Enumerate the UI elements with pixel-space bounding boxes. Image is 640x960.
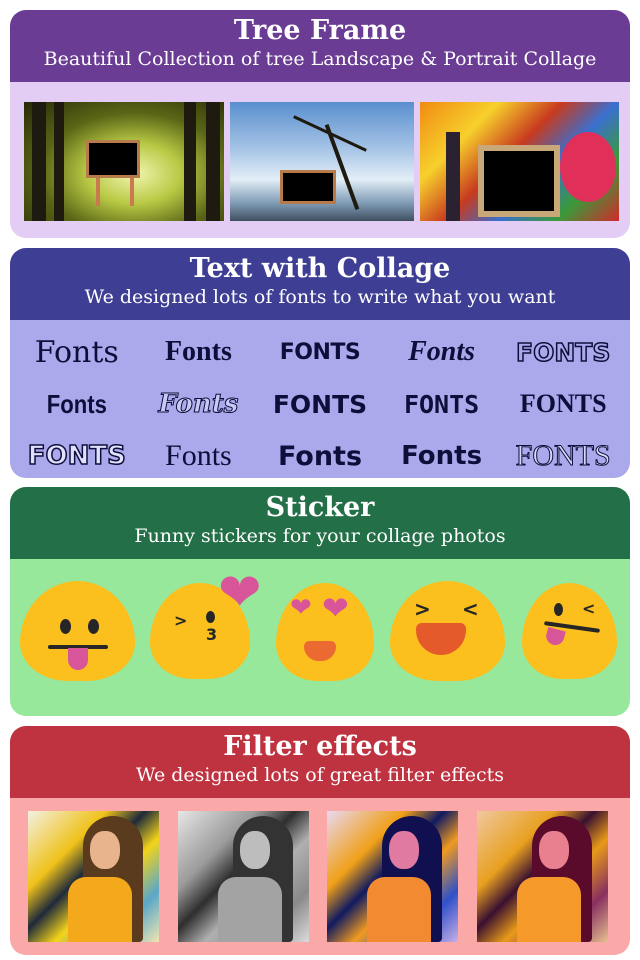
font-sample[interactable]: FONTS	[502, 380, 624, 428]
tree-frame-gallery	[10, 82, 630, 238]
portrait-face	[90, 831, 120, 869]
filter-thumb-purple[interactable]	[327, 811, 458, 942]
tree-frame-thumb-autumn[interactable]	[420, 102, 619, 221]
section-subtitle: We designed lots of great filter effects	[135, 764, 505, 786]
section-subtitle: Funny stickers for your collage photos	[134, 525, 506, 547]
tree-trunk	[206, 102, 220, 221]
font-sample[interactable]: FONTS	[259, 328, 381, 376]
tongue-out-emoji[interactable]	[20, 581, 135, 685]
portrait-clothing	[517, 877, 581, 942]
tree-trunk	[184, 102, 196, 221]
text-collage-header: Text with Collage We designed lots of fo…	[10, 248, 630, 320]
emoji-squint-eye: <	[462, 597, 479, 621]
portrait-face	[240, 831, 270, 869]
tree-branch	[293, 115, 367, 152]
filter-thumb-magenta[interactable]	[477, 811, 608, 942]
heart-icon: ❤	[218, 563, 262, 623]
heart-eye-icon: ❤	[322, 589, 349, 627]
emoji-kiss-mouth: 3	[206, 625, 218, 644]
font-sample[interactable]: FONTS	[502, 432, 624, 478]
section-title: Filter effects	[223, 731, 417, 762]
section-subtitle: Beautiful Collection of tree Landscape &…	[43, 48, 597, 70]
portrait-clothing	[68, 877, 132, 942]
kissing-heart-emoji[interactable]: > 3 ❤	[150, 567, 280, 685]
portrait-face	[539, 831, 569, 869]
tree-trunk	[54, 102, 64, 221]
portrait-face	[389, 831, 419, 869]
tree-frame-thumb-winter[interactable]	[230, 102, 414, 221]
font-sample[interactable]: FONTS	[259, 380, 381, 428]
font-sample[interactable]: Fonts	[138, 432, 260, 478]
heart-eye-icon: ❤	[290, 593, 312, 623]
emoji-eye	[88, 619, 99, 634]
filter-effects-header: Filter effects We designed lots of great…	[10, 726, 630, 798]
font-sample[interactable]: FONTS	[381, 380, 503, 428]
emoji-wink-eye: >	[174, 611, 188, 630]
font-sample[interactable]: Fonts	[259, 432, 381, 478]
photo-frame-slot[interactable]	[478, 145, 560, 217]
font-sample[interactable]: Fonts	[381, 328, 503, 376]
photo-frame-slot[interactable]	[280, 170, 336, 204]
font-samples: Fonts Fonts FONTS Fonts FONTS Fonts Font…	[10, 320, 630, 478]
font-sample[interactable]: Fonts	[25, 380, 128, 428]
font-sample[interactable]: Fonts	[381, 432, 503, 478]
filter-thumb-grayscale[interactable]	[178, 811, 309, 942]
portrait-clothing	[367, 877, 431, 942]
emoji-squint-eye: >	[414, 597, 431, 621]
emoji-wink-eye: <	[582, 599, 596, 618]
sticker-gallery: > 3 ❤ ❤ ❤ > < <	[10, 559, 630, 716]
font-sample[interactable]: Fonts	[138, 380, 260, 428]
tree-trunk	[32, 102, 46, 221]
tree-frame-header: Tree Frame Beautiful Collection of tree …	[10, 10, 630, 82]
portrait-clothing	[218, 877, 282, 942]
heart-eyes-emoji[interactable]: ❤ ❤	[276, 581, 376, 685]
filter-effects-section[interactable]: Filter effects We designed lots of great…	[10, 726, 630, 955]
red-tree-foliage	[560, 132, 616, 202]
font-sample[interactable]: Fonts	[138, 328, 260, 376]
font-sample[interactable]: Fonts	[16, 328, 138, 376]
section-title: Text with Collage	[189, 253, 451, 284]
tree-trunk	[446, 132, 460, 221]
font-sample[interactable]: FONTS	[502, 328, 624, 376]
photo-frame-slot[interactable]	[86, 140, 140, 178]
filter-gallery	[10, 798, 630, 955]
sticker-section[interactable]: Sticker Funny stickers for your collage …	[10, 487, 630, 716]
winking-tongue-emoji[interactable]: <	[522, 581, 620, 685]
emoji-eye	[60, 619, 71, 634]
text-collage-section[interactable]: Text with Collage We designed lots of fo…	[10, 248, 630, 478]
font-sample[interactable]: FONTS	[16, 432, 138, 478]
section-title: Sticker	[265, 492, 375, 523]
emoji-eye	[554, 603, 563, 616]
laughing-squint-emoji[interactable]: > <	[390, 581, 510, 685]
section-title: Tree Frame	[233, 15, 407, 46]
tree-frame-section[interactable]: Tree Frame Beautiful Collection of tree …	[10, 10, 630, 238]
emoji-tongue	[68, 648, 88, 670]
tree-frame-thumb-forest[interactable]	[24, 102, 224, 221]
font-grid: Fonts Fonts FONTS Fonts FONTS Fonts Font…	[16, 328, 624, 478]
emoji-eye	[206, 611, 215, 623]
filter-thumb-original[interactable]	[28, 811, 159, 942]
emoji-face	[522, 583, 617, 679]
section-subtitle: We designed lots of fonts to write what …	[84, 286, 556, 308]
sticker-header: Sticker Funny stickers for your collage …	[10, 487, 630, 559]
